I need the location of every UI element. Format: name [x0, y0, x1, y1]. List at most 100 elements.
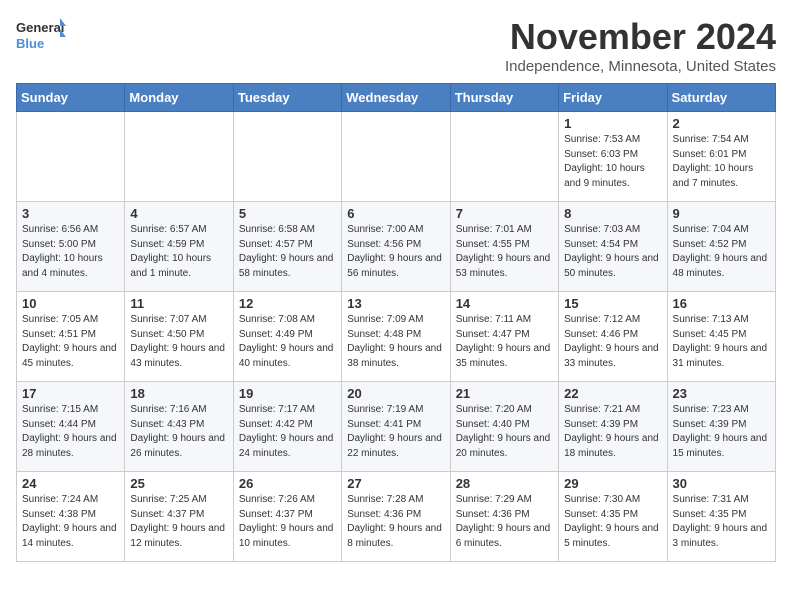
day-cell: 6 Sunrise: 7:00 AMSunset: 4:56 PMDaylight…: [342, 202, 450, 292]
day-number: 4: [130, 206, 227, 221]
week-row-2: 3 Sunrise: 6:56 AMSunset: 5:00 PMDaylight…: [17, 202, 776, 292]
day-info: Sunrise: 7:53 AMSunset: 6:03 PMDaylight:…: [564, 133, 661, 191]
logo: General Blue: [16, 16, 66, 56]
day-info: Sunrise: 7:04 AMSunset: 4:52 PMDaylight:…: [673, 223, 770, 281]
month-title: November 2024: [505, 16, 776, 58]
day-info: Sunrise: 7:12 AMSunset: 4:46 PMDaylight:…: [564, 313, 661, 371]
day-cell: [450, 112, 558, 202]
day-cell: [233, 112, 341, 202]
day-info: Sunrise: 6:56 AMSunset: 5:00 PMDaylight:…: [22, 223, 119, 281]
day-number: 12: [239, 296, 336, 311]
day-info: Sunrise: 6:57 AMSunset: 4:59 PMDaylight:…: [130, 223, 227, 281]
day-cell: 17 Sunrise: 7:15 AMSunset: 4:44 PMDayligh…: [17, 382, 125, 472]
day-info: Sunrise: 7:08 AMSunset: 4:49 PMDaylight:…: [239, 313, 336, 371]
day-number: 19: [239, 386, 336, 401]
day-number: 15: [564, 296, 661, 311]
day-number: 21: [456, 386, 553, 401]
col-header-saturday: Saturday: [667, 84, 775, 112]
day-cell: 25 Sunrise: 7:25 AMSunset: 4:37 PMDayligh…: [125, 472, 233, 562]
day-number: 2: [673, 116, 770, 131]
day-info: Sunrise: 7:00 AMSunset: 4:56 PMDaylight:…: [347, 223, 444, 281]
day-number: 3: [22, 206, 119, 221]
day-info: Sunrise: 7:11 AMSunset: 4:47 PMDaylight:…: [456, 313, 553, 371]
day-cell: 18Sunrise: 7:16 AMSunset: 4:43 PMDayligh…: [125, 382, 233, 472]
day-info: Sunrise: 7:25 AMSunset: 4:37 PMDaylight:…: [130, 493, 227, 551]
day-info: Sunrise: 6:58 AMSunset: 4:57 PMDaylight:…: [239, 223, 336, 281]
day-info: Sunrise: 7:20 AMSunset: 4:40 PMDaylight:…: [456, 403, 553, 461]
day-info: Sunrise: 7:21 AMSunset: 4:39 PMDaylight:…: [564, 403, 661, 461]
day-info: Sunrise: 7:09 AMSunset: 4:48 PMDaylight:…: [347, 313, 444, 371]
title-area: November 2024 Independence, Minnesota, U…: [505, 16, 776, 75]
day-cell: 14Sunrise: 7:11 AMSunset: 4:47 PMDayligh…: [450, 292, 558, 382]
day-cell: 26Sunrise: 7:26 AMSunset: 4:37 PMDayligh…: [233, 472, 341, 562]
day-cell: 21 Sunrise: 7:20 AMSunset: 4:40 PMDayligh…: [450, 382, 558, 472]
day-info: Sunrise: 7:15 AMSunset: 4:44 PMDaylight:…: [22, 403, 119, 461]
day-cell: 3 Sunrise: 6:56 AMSunset: 5:00 PMDaylight…: [17, 202, 125, 292]
day-info: Sunrise: 7:23 AMSunset: 4:39 PMDaylight:…: [673, 403, 770, 461]
week-row-4: 17 Sunrise: 7:15 AMSunset: 4:44 PMDayligh…: [17, 382, 776, 472]
day-cell: 16 Sunrise: 7:13 AMSunset: 4:45 PMDayligh…: [667, 292, 775, 382]
col-header-wednesday: Wednesday: [342, 84, 450, 112]
day-info: Sunrise: 7:17 AMSunset: 4:42 PMDaylight:…: [239, 403, 336, 461]
day-number: 11: [130, 296, 227, 311]
day-info: Sunrise: 7:05 AMSunset: 4:51 PMDaylight:…: [22, 313, 119, 371]
day-info: Sunrise: 7:13 AMSunset: 4:45 PMDaylight:…: [673, 313, 770, 371]
day-number: 17: [22, 386, 119, 401]
col-header-monday: Monday: [125, 84, 233, 112]
day-number: 5: [239, 206, 336, 221]
day-cell: [125, 112, 233, 202]
svg-text:Blue: Blue: [16, 36, 44, 51]
week-row-1: 1Sunrise: 7:53 AMSunset: 6:03 PMDaylight…: [17, 112, 776, 202]
day-info: Sunrise: 7:16 AMSunset: 4:43 PMDaylight:…: [130, 403, 227, 461]
day-number: 9: [673, 206, 770, 221]
day-cell: 7 Sunrise: 7:01 AMSunset: 4:55 PMDaylight…: [450, 202, 558, 292]
day-number: 25: [130, 476, 227, 491]
day-info: Sunrise: 7:26 AMSunset: 4:37 PMDaylight:…: [239, 493, 336, 551]
week-row-3: 10Sunrise: 7:05 AMSunset: 4:51 PMDayligh…: [17, 292, 776, 382]
day-cell: 27 Sunrise: 7:28 AMSunset: 4:36 PMDayligh…: [342, 472, 450, 562]
day-cell: 28 Sunrise: 7:29 AMSunset: 4:36 PMDayligh…: [450, 472, 558, 562]
week-row-5: 24Sunrise: 7:24 AMSunset: 4:38 PMDayligh…: [17, 472, 776, 562]
day-info: Sunrise: 7:30 AMSunset: 4:35 PMDaylight:…: [564, 493, 661, 551]
calendar-table: SundayMondayTuesdayWednesdayThursdayFrid…: [16, 83, 776, 562]
day-number: 6: [347, 206, 444, 221]
day-number: 13: [347, 296, 444, 311]
col-header-tuesday: Tuesday: [233, 84, 341, 112]
day-number: 24: [22, 476, 119, 491]
day-cell: [17, 112, 125, 202]
day-cell: 9 Sunrise: 7:04 AMSunset: 4:52 PMDaylight…: [667, 202, 775, 292]
day-cell: 15 Sunrise: 7:12 AMSunset: 4:46 PMDayligh…: [559, 292, 667, 382]
day-cell: 5 Sunrise: 6:58 AMSunset: 4:57 PMDaylight…: [233, 202, 341, 292]
day-info: Sunrise: 7:54 AMSunset: 6:01 PMDaylight:…: [673, 133, 770, 191]
day-cell: 2 Sunrise: 7:54 AMSunset: 6:01 PMDaylight…: [667, 112, 775, 202]
day-info: Sunrise: 7:07 AMSunset: 4:50 PMDaylight:…: [130, 313, 227, 371]
day-info: Sunrise: 7:01 AMSunset: 4:55 PMDaylight:…: [456, 223, 553, 281]
day-cell: 23 Sunrise: 7:23 AMSunset: 4:39 PMDayligh…: [667, 382, 775, 472]
col-header-sunday: Sunday: [17, 84, 125, 112]
day-cell: 29 Sunrise: 7:30 AMSunset: 4:35 PMDayligh…: [559, 472, 667, 562]
day-cell: 10Sunrise: 7:05 AMSunset: 4:51 PMDayligh…: [17, 292, 125, 382]
day-cell: 1Sunrise: 7:53 AMSunset: 6:03 PMDaylight…: [559, 112, 667, 202]
day-number: 23: [673, 386, 770, 401]
day-number: 20: [347, 386, 444, 401]
day-number: 27: [347, 476, 444, 491]
day-number: 22: [564, 386, 661, 401]
day-info: Sunrise: 7:28 AMSunset: 4:36 PMDaylight:…: [347, 493, 444, 551]
day-number: 28: [456, 476, 553, 491]
day-number: 29: [564, 476, 661, 491]
day-cell: 11 Sunrise: 7:07 AMSunset: 4:50 PMDayligh…: [125, 292, 233, 382]
svg-text:General: General: [16, 20, 64, 35]
day-cell: 19 Sunrise: 7:17 AMSunset: 4:42 PMDayligh…: [233, 382, 341, 472]
day-number: 16: [673, 296, 770, 311]
header-row: SundayMondayTuesdayWednesdayThursdayFrid…: [17, 84, 776, 112]
day-cell: 20Sunrise: 7:19 AMSunset: 4:41 PMDayligh…: [342, 382, 450, 472]
day-number: 7: [456, 206, 553, 221]
day-info: Sunrise: 7:31 AMSunset: 4:35 PMDaylight:…: [673, 493, 770, 551]
day-number: 8: [564, 206, 661, 221]
day-cell: [342, 112, 450, 202]
day-cell: 13 Sunrise: 7:09 AMSunset: 4:48 PMDayligh…: [342, 292, 450, 382]
col-header-thursday: Thursday: [450, 84, 558, 112]
day-cell: 12 Sunrise: 7:08 AMSunset: 4:49 PMDayligh…: [233, 292, 341, 382]
day-info: Sunrise: 7:29 AMSunset: 4:36 PMDaylight:…: [456, 493, 553, 551]
logo-svg: General Blue: [16, 16, 66, 56]
